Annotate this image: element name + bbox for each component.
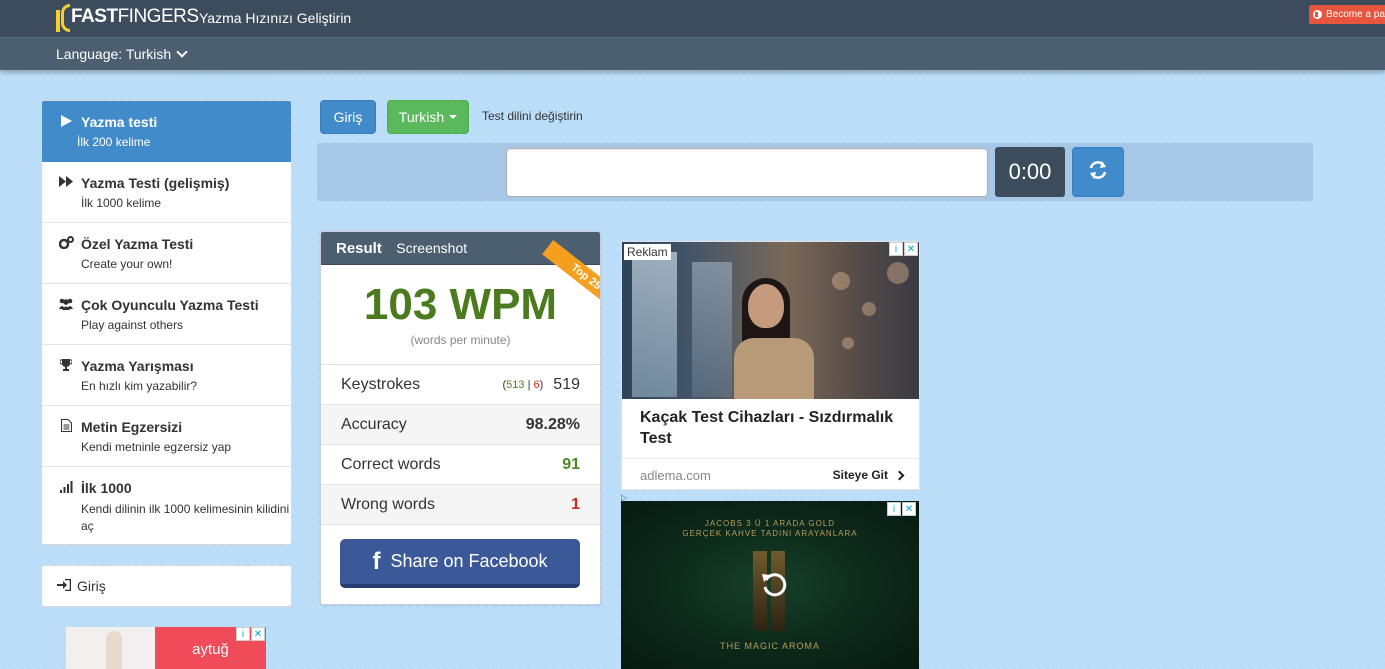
keystrokes-total: 519 — [553, 375, 580, 393]
result-panel: Result Screenshot Top 25 % 103 WPM (word… — [320, 231, 601, 605]
language-label: Language: Turkish — [56, 46, 172, 62]
timer-display: 0:00 — [995, 147, 1065, 197]
sidebar-item-sub: Create your own! — [81, 257, 173, 271]
sidebar-item-sub: En hızlı kim yazabilir? — [81, 379, 198, 393]
accuracy-value: 98.28% — [525, 415, 580, 433]
trophy-icon — [57, 358, 75, 374]
signal-icon — [57, 480, 75, 496]
document-icon — [57, 419, 75, 435]
ad2-line2: GERÇEK KAHVE TADINI ARAYANLARA — [682, 529, 858, 538]
ad-footer: adlema.com Siteye Git — [622, 458, 919, 489]
native-ad-card[interactable]: Reklam i ✕ Kaçak Test Cihazları - Sızdır… — [621, 241, 920, 490]
sidebar-item-typing-test[interactable]: Yazma testi İlk 200 kelime — [42, 101, 291, 162]
correct-words-value: 91 — [562, 455, 580, 473]
refresh-icon — [1088, 160, 1108, 185]
sidebar-item-title: Çok Oyunculu Yazma Testi — [81, 297, 259, 313]
sidebar-item-top-1000[interactable]: İlk 1000 Kendi dilinin ilk 1000 kelimesi… — [42, 467, 291, 544]
patreon-label: Become a pa — [1326, 9, 1385, 20]
sidebar-item-sub: Play against others — [81, 318, 184, 332]
wpm-value: 103 WPM — [363, 280, 558, 329]
wrong-words-value: 1 — [571, 495, 580, 513]
sidebar-item-title: İlk 1000 — [81, 480, 132, 496]
users-icon — [57, 298, 75, 313]
ad-close-icon[interactable]: ✕ — [902, 502, 916, 516]
sidebar-item-sub: Kendi dilinin ilk 1000 kelimesinin kilid… — [81, 502, 290, 533]
site-logo[interactable]: FASTFINGERS — [56, 0, 199, 33]
ad-headline[interactable]: Kaçak Test Cihazları - Sızdırmalık Test — [640, 407, 910, 449]
change-language-hint: Test dilini değiştirin — [482, 109, 583, 123]
ad-cta-label: Siteye Git — [832, 468, 888, 482]
replay-icon[interactable] — [759, 569, 789, 599]
ad-photo — [622, 242, 919, 399]
ad-cta-button[interactable]: Siteye Git — [832, 468, 905, 482]
ad2-line1: JACOBS 3 Ü 1 ARADA GOLD — [704, 519, 836, 528]
language-dropdown-button[interactable]: Turkish — [387, 100, 469, 134]
sidebar-item-advanced-test[interactable]: Yazma Testi (gelişmiş) İlk 1000 kelime — [42, 162, 291, 223]
sidebar-item-competition[interactable]: Yazma Yarışması En hızlı kim yazabilir? — [42, 345, 291, 406]
share-facebook-button[interactable]: f Share on Facebook — [340, 539, 580, 588]
wpm-section: 103 WPM (words per minute) — [321, 265, 600, 365]
language-bar: Language: Turkish — [0, 37, 1385, 70]
keystrokes-row: Keystrokes (513 | 6) 519 — [321, 365, 600, 405]
sidebar-login-link[interactable]: Giriş — [41, 565, 292, 607]
sidebar-ad-banner[interactable]: aytuğ i ✕ — [66, 627, 266, 669]
keystrokes-label: Keystrokes — [341, 375, 421, 393]
sidebar-item-sub: İlk 1000 kelime — [81, 196, 162, 210]
language-selector[interactable]: Language: Turkish — [56, 45, 188, 62]
wrong-words-row: Wrong words 1 — [321, 485, 600, 525]
site-tagline: Yazma Hızınızı Geliştirin — [199, 10, 352, 26]
sidebar-item-title: Yazma testi — [81, 114, 158, 130]
ad-close-icon[interactable]: ✕ — [251, 627, 265, 641]
keystrokes-detail: (513 | 6) — [502, 378, 544, 391]
sidebar-item-multiplayer[interactable]: Çok Oyunculu Yazma Testi Play against ot… — [42, 284, 291, 345]
ad2-line3: THE MAGIC AROMA — [719, 641, 820, 651]
sidebar-item-title: Metin Egzersizi — [81, 419, 183, 435]
correct-words-label: Correct words — [341, 455, 441, 473]
patreon-button[interactable]: Become a pa — [1309, 5, 1385, 24]
restart-button[interactable] — [1072, 147, 1124, 197]
accuracy-label: Accuracy — [341, 415, 407, 433]
wrong-words-label: Wrong words — [341, 495, 435, 513]
screenshot-link[interactable]: Screenshot — [396, 240, 467, 256]
video-ad[interactable]: JACOBS 3 Ü 1 ARADA GOLD GERÇEK KAHVE TAD… — [621, 501, 919, 669]
sidebar-item-sub: Kendi metninle egzersiz yap — [81, 440, 232, 454]
ad-info-icon[interactable]: i — [236, 627, 250, 641]
ad-close-icon[interactable]: ✕ — [904, 242, 918, 256]
gears-icon — [57, 236, 75, 252]
sidebar-login-label: Giriş — [77, 578, 106, 594]
sidebar-menu: Yazma testi İlk 200 kelime Yazma Testi (… — [41, 100, 292, 545]
ad-info-icon[interactable]: i — [887, 502, 901, 516]
ad-label: Reklam — [624, 244, 671, 260]
logo-text: FASTFINGERS — [71, 5, 199, 27]
chevron-down-icon — [176, 45, 188, 58]
sidebar-item-title: Yazma Testi (gelişmiş) — [81, 175, 230, 191]
sidebar-item-title: Özel Yazma Testi — [81, 236, 194, 252]
sidebar-item-custom-test[interactable]: Özel Yazma Testi Create your own! — [42, 223, 291, 284]
ad-info-icon[interactable]: i — [889, 242, 903, 256]
chevron-right-icon — [894, 470, 905, 480]
accuracy-row: Accuracy 98.28% — [321, 405, 600, 445]
play-icon — [57, 114, 75, 130]
sidebar-item-text-practice[interactable]: Metin Egzersizi Kendi metninle egzersiz … — [42, 406, 291, 467]
sidebar-item-sub: İlk 200 kelime — [77, 135, 151, 149]
sign-in-icon — [57, 578, 72, 594]
language-button-label: Turkish — [398, 109, 445, 125]
ad-domain: adlema.com — [640, 467, 711, 483]
wpm-caption: (words per minute) — [410, 333, 511, 347]
facebook-icon: f — [372, 547, 381, 575]
result-title: Result — [336, 240, 382, 257]
top-navbar: FASTFINGERS Yazma Hızınızı Geliştirin Be… — [0, 0, 1385, 37]
patreon-icon — [1313, 10, 1322, 19]
logo-mark-icon — [56, 2, 70, 32]
login-button[interactable]: Giriş — [320, 100, 376, 134]
typing-input[interactable] — [506, 148, 988, 197]
caret-down-icon — [449, 115, 458, 119]
sidebar-item-title: Yazma Yarışması — [81, 358, 194, 374]
share-facebook-label: Share on Facebook — [390, 551, 548, 571]
ad-model-image — [66, 627, 155, 669]
correct-words-row: Correct words 91 — [321, 445, 600, 485]
fast-forward-icon — [57, 176, 75, 190]
